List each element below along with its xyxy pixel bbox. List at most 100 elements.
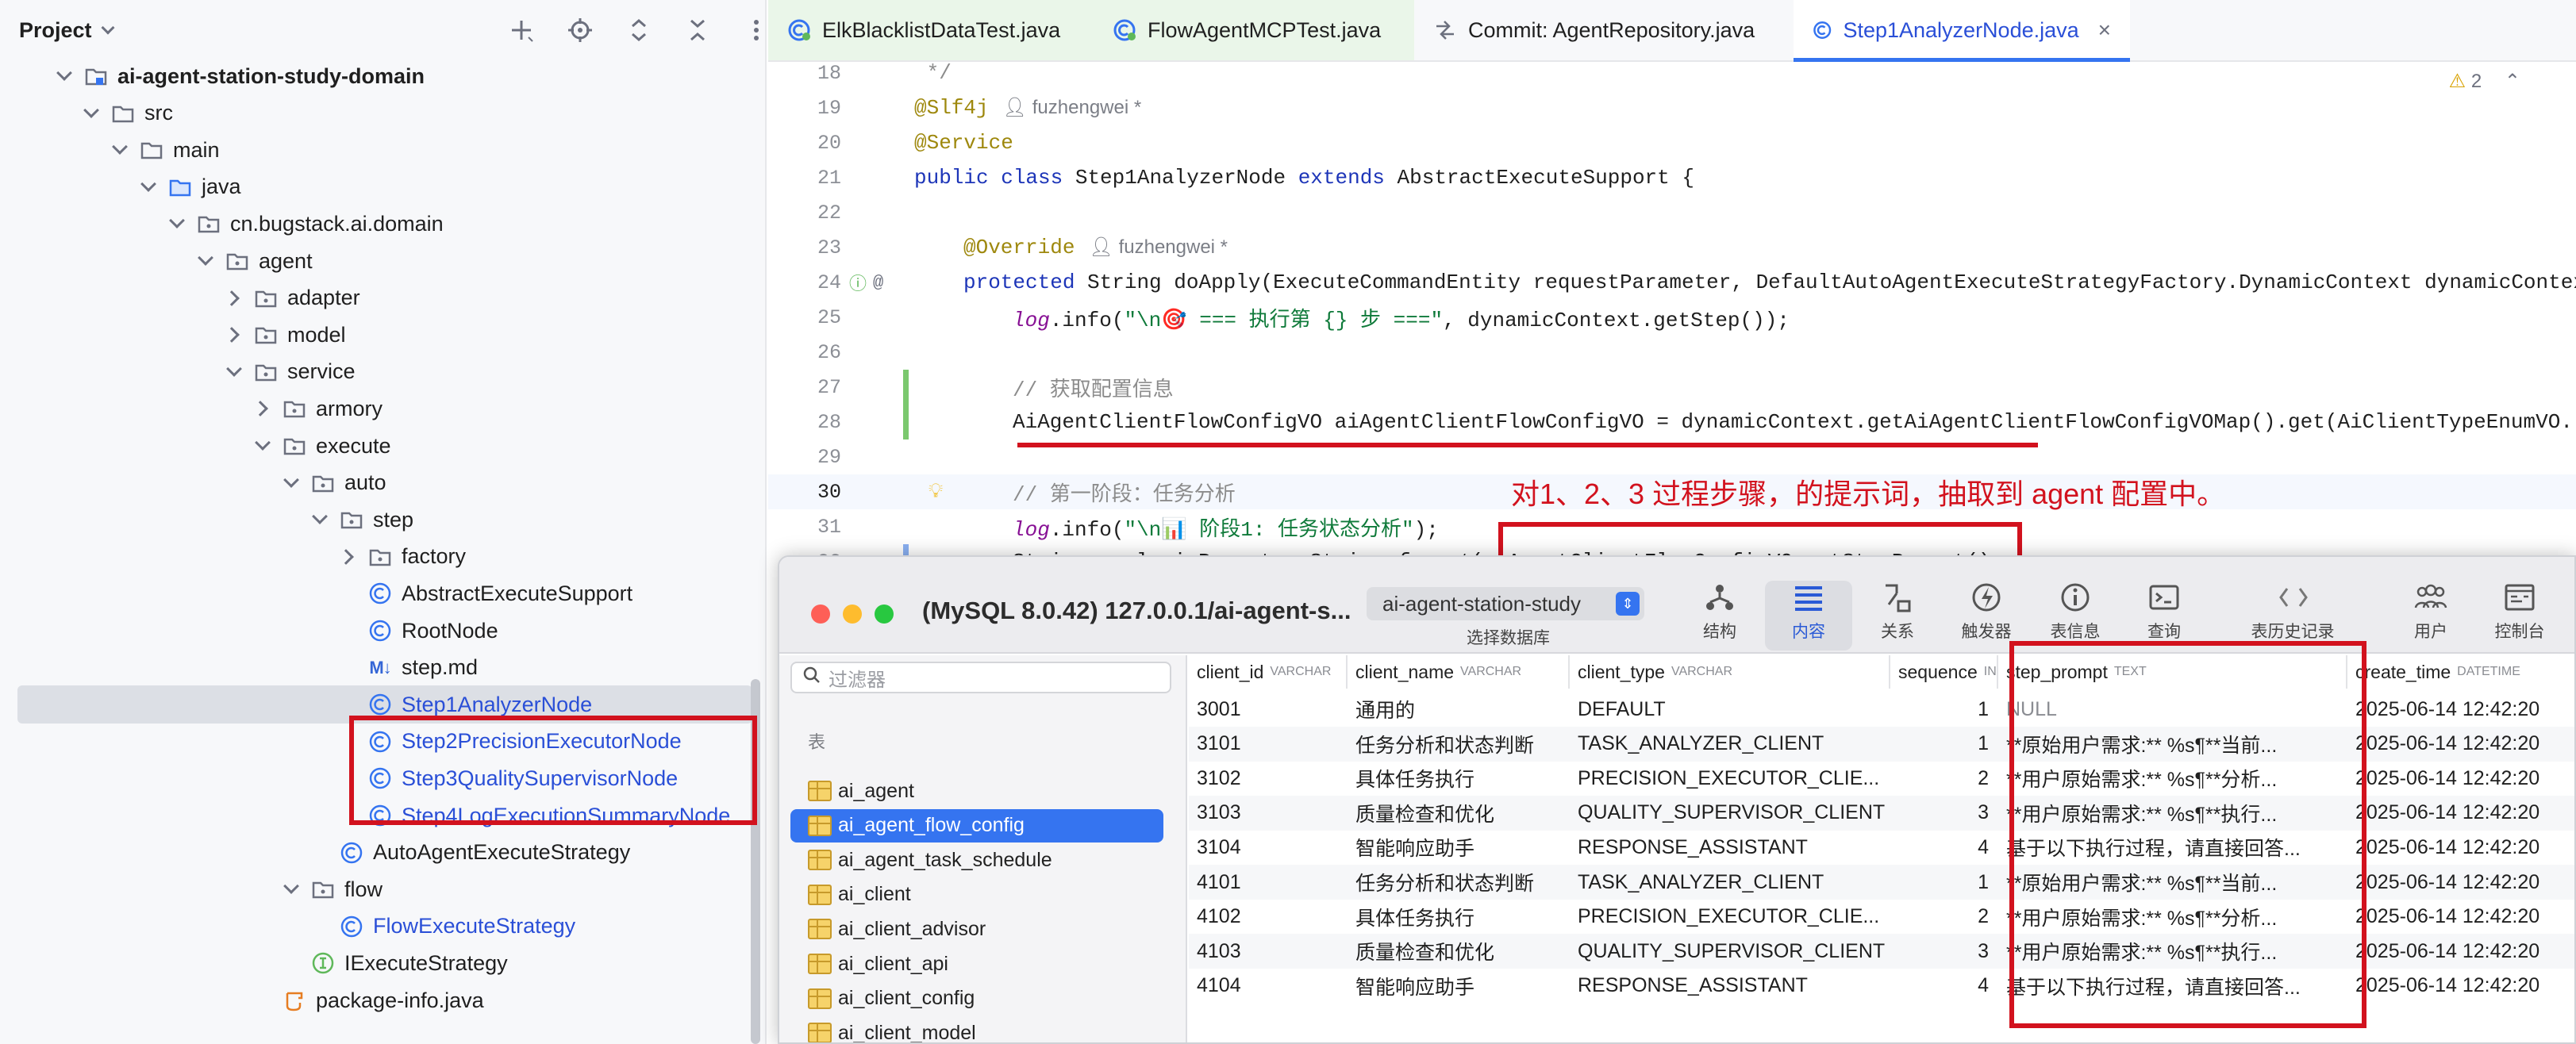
tree-item[interactable]: M↓ step.md (0, 649, 762, 687)
cell-sequence[interactable]: 3 (1890, 796, 1998, 831)
cell-sequence[interactable]: 2 (1890, 761, 1998, 796)
cell-create-time[interactable]: 2025-06-14 12:42:20 (2347, 900, 2574, 935)
tree-item[interactable]: armory (0, 390, 762, 428)
tree-item[interactable]: RootNode (0, 612, 762, 650)
chevron-right-icon[interactable] (225, 290, 243, 307)
vcs-change-marker[interactable] (903, 370, 909, 439)
tab-elk-blacklist-test[interactable]: ElkBlacklistDataTest.java (768, 0, 1094, 60)
cell-client-id[interactable]: 3102 (1189, 761, 1348, 796)
cell-client-id[interactable]: 3101 (1189, 727, 1348, 762)
tree-item[interactable]: model (0, 316, 762, 354)
tree-item[interactable]: AbstractExecuteSupport (0, 574, 762, 612)
column-header[interactable]: client_name VARCHAR (1348, 655, 1570, 689)
filter-input[interactable]: 过滤器 (790, 662, 1171, 693)
cell-client-type[interactable]: TASK_ANALYZER_CLIENT (1570, 727, 1890, 762)
tree-item[interactable]: src (0, 94, 762, 132)
new-file-icon[interactable] (503, 12, 540, 48)
table-item[interactable]: ai_agent_task_schedule (790, 843, 1163, 877)
more-options-icon[interactable] (738, 12, 765, 48)
chevron-down-icon[interactable] (140, 178, 157, 196)
locate-icon[interactable] (562, 12, 598, 48)
content-grid[interactable]: client_id VARCHAR client_name VARCHAR client… (1189, 655, 2574, 1042)
tree-item[interactable]: ai-agent-station-study-domain (0, 57, 762, 95)
chevron-down-icon[interactable] (168, 215, 186, 232)
chevron-down-icon[interactable] (283, 881, 300, 898)
column-header[interactable]: client_id VARCHAR (1189, 655, 1348, 689)
cell-client-type[interactable]: RESPONSE_ASSISTANT (1570, 969, 1890, 1004)
tree-item[interactable]: java (0, 168, 762, 206)
cell-client-name[interactable]: 具体任务执行 (1348, 900, 1570, 935)
table-row[interactable]: 3104 智能响应助手 RESPONSE_ASSISTANT 4 基于以下执行过程，请直… (1189, 830, 2574, 865)
cell-sequence[interactable]: 2 (1890, 900, 1998, 935)
cell-client-name[interactable]: 智能响应助手 (1348, 969, 1570, 1004)
tree-item[interactable]: adapter (0, 279, 762, 317)
tool-relations[interactable]: 关系 (1854, 581, 1941, 651)
chevron-down-icon[interactable] (111, 141, 129, 159)
cell-create-time[interactable]: 2025-06-14 12:42:20 (2347, 969, 2574, 1004)
chevron-right-icon[interactable] (225, 326, 243, 344)
table-item[interactable]: ai_client_api (790, 947, 1163, 981)
close-icon[interactable]: × (2098, 17, 2111, 43)
chevron-right-icon[interactable] (340, 548, 357, 566)
tree-item[interactable]: FlowExecuteStrategy (0, 908, 762, 946)
chevron-down-icon[interactable] (83, 105, 100, 122)
project-title[interactable]: Project (19, 18, 92, 43)
tool-table-history[interactable]: 表历史记录 (2233, 581, 2352, 651)
cell-client-type[interactable]: TASK_ANALYZER_CLIENT (1570, 865, 1890, 900)
cell-client-type[interactable]: PRECISION_EXECUTOR_CLIE... (1570, 761, 1890, 796)
table-row[interactable]: 4104 智能响应助手 RESPONSE_ASSISTANT 4 基于以下执行过程，请直… (1189, 969, 2574, 1004)
tree-item[interactable]: auto (0, 464, 762, 502)
chevron-down-icon[interactable] (311, 511, 329, 528)
table-item[interactable]: ai_client_model (790, 1016, 1163, 1042)
chevron-right-icon[interactable] (254, 400, 271, 417)
table-item[interactable]: ai_client_advisor (790, 912, 1163, 946)
tool-content[interactable]: 内容 (1765, 581, 1852, 651)
cell-create-time[interactable]: 2025-06-14 12:42:20 (2347, 934, 2574, 969)
chevron-down-icon[interactable] (283, 474, 300, 492)
zoom-window-button[interactable] (875, 605, 894, 624)
table-row[interactable]: 3101 任务分析和状态判断 TASK_ANALYZER_CLIENT 1 **原始用户… (1189, 726, 2574, 762)
column-header[interactable]: sequence INT (1890, 655, 1998, 689)
cell-client-id[interactable]: 3001 (1189, 692, 1348, 727)
collapse-all-icon[interactable] (679, 12, 716, 48)
chevron-down-icon[interactable] (56, 67, 73, 85)
table-item[interactable]: ai_client_config (790, 982, 1163, 1015)
author-hint[interactable]: 👤︎ fuzhengwei * (1003, 97, 1142, 118)
cell-create-time[interactable]: 2025-06-14 12:42:20 (2347, 830, 2574, 865)
cell-sequence[interactable]: 1 (1890, 865, 1998, 900)
cell-create-time[interactable]: 2025-06-14 12:42:20 (2347, 727, 2574, 762)
cell-sequence[interactable]: 1 (1890, 727, 1998, 762)
cell-client-type[interactable]: RESPONSE_ASSISTANT (1570, 830, 1890, 865)
tree-item[interactable]: IExecuteStrategy (0, 944, 762, 982)
annotation-gutter-icon[interactable]: @ (873, 273, 883, 293)
tree-item[interactable]: cn.bugstack.ai.domain (0, 205, 762, 243)
tool-query[interactable]: 查询 (2120, 581, 2208, 651)
tree-item[interactable]: main (0, 131, 762, 169)
tree-item[interactable]: service (0, 353, 762, 391)
author-hint[interactable]: 👤︎ fuzhengwei * (1089, 236, 1228, 258)
cell-create-time[interactable]: 2025-06-14 12:42:20 (2347, 796, 2574, 831)
cell-client-type[interactable]: PRECISION_EXECUTOR_CLIE... (1570, 900, 1890, 935)
cell-sequence[interactable]: 1 (1890, 692, 1998, 727)
cell-client-type[interactable]: QUALITY_SUPERVISOR_CLIENT (1570, 934, 1890, 969)
cell-client-name[interactable]: 通用的 (1348, 692, 1570, 727)
tree-item[interactable]: execute (0, 427, 762, 465)
expand-all-icon[interactable] (621, 12, 657, 48)
table-item[interactable]: ai_agent (790, 774, 1163, 808)
tree-item[interactable]: agent (0, 242, 762, 280)
tab-commit-agent-repository[interactable]: Commit: AgentRepository.java (1414, 0, 1794, 60)
cell-sequence[interactable]: 4 (1890, 969, 1998, 1004)
cell-client-type[interactable]: QUALITY_SUPERVISOR_CLIENT (1570, 796, 1890, 831)
cell-client-name[interactable]: 质量检查和优化 (1348, 934, 1570, 969)
tree-item[interactable]: factory (0, 538, 762, 576)
tree-item[interactable]: flow (0, 870, 762, 908)
column-header[interactable]: create_time DATETIME (2347, 655, 2574, 689)
chevron-down-icon[interactable] (225, 363, 243, 381)
close-window-button[interactable] (811, 605, 830, 624)
cell-client-id[interactable]: 3104 (1189, 830, 1348, 865)
cell-client-id[interactable]: 4103 (1189, 934, 1348, 969)
cell-create-time[interactable]: 2025-06-14 12:42:20 (2347, 761, 2574, 796)
cell-client-type[interactable]: DEFAULT (1570, 692, 1890, 727)
cell-client-id[interactable]: 4104 (1189, 969, 1348, 1004)
implementing-method-icon[interactable]: ⓘ (849, 270, 867, 295)
